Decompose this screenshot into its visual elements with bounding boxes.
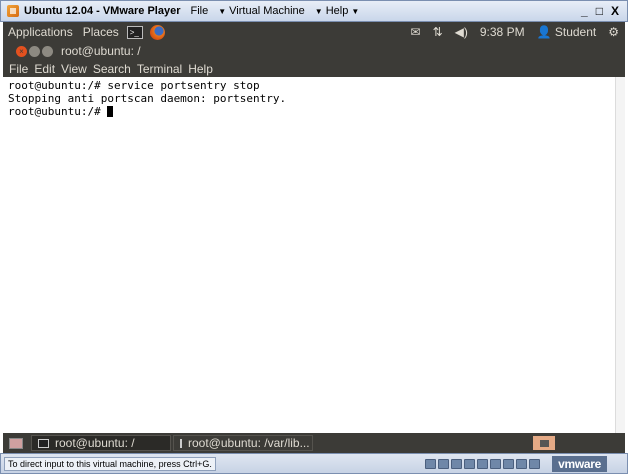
hard-disk-icon[interactable] bbox=[425, 458, 437, 469]
vm-menu-virtual-machine[interactable]: ▼ Virtual Machine bbox=[218, 5, 305, 17]
terminal-prompt-line: root@ubuntu:/# bbox=[8, 105, 624, 118]
hard-disk-icon[interactable] bbox=[438, 458, 450, 469]
vmware-logo-icon bbox=[7, 5, 19, 17]
ubuntu-top-panel: Applications Places >_ ✉ ⇅ ◀) 9:38 PM 👤 … bbox=[3, 22, 625, 42]
terminal-menu-terminal[interactable]: Terminal bbox=[137, 62, 182, 76]
terminal-menu-help[interactable]: Help bbox=[188, 62, 213, 76]
vm-titlebar: Ubuntu 12.04 - VMware Player File ▼ Virtu… bbox=[0, 0, 628, 22]
terminal-close-button[interactable]: × bbox=[16, 45, 27, 57]
person-icon: 👤 bbox=[536, 25, 555, 39]
terminal-maximize-button[interactable] bbox=[42, 45, 53, 57]
clock[interactable]: 9:38 PM bbox=[474, 25, 531, 39]
terminal-minimize-button[interactable] bbox=[29, 45, 40, 57]
network-adapter-icon[interactable] bbox=[477, 458, 489, 469]
close-button[interactable]: X bbox=[611, 4, 619, 18]
terminal-launcher-icon[interactable]: >_ bbox=[126, 25, 143, 39]
vm-statusbar: To direct input to this virtual machine,… bbox=[0, 453, 628, 474]
sound-icon[interactable] bbox=[503, 458, 515, 469]
terminal-line: root@ubuntu:/# service portsentry stop bbox=[8, 79, 260, 92]
terminal-cursor bbox=[107, 106, 114, 117]
mail-icon[interactable]: ✉ bbox=[405, 25, 427, 39]
ubuntu-bottom-panel: root@ubuntu: / root@ubuntu: /var/lib... bbox=[3, 433, 625, 453]
places-menu[interactable]: Places bbox=[78, 25, 124, 39]
display-icon[interactable] bbox=[529, 458, 541, 469]
show-desktop-icon[interactable] bbox=[9, 437, 23, 449]
terminal-output[interactable]: root@ubuntu:/# service portsentry stop S… bbox=[3, 77, 625, 433]
cd-drive-icon[interactable] bbox=[451, 458, 463, 469]
terminal-window-title: root@ubuntu: / bbox=[61, 44, 141, 58]
taskbar-item-terminal-root[interactable]: root@ubuntu: / bbox=[31, 435, 171, 451]
firefox-icon[interactable] bbox=[149, 24, 165, 40]
taskbar-item-label: root@ubuntu: / bbox=[55, 436, 135, 450]
workspace-switcher[interactable] bbox=[533, 436, 555, 450]
terminal-icon bbox=[180, 438, 182, 448]
printer-icon[interactable] bbox=[516, 458, 528, 469]
terminal-menu-view[interactable]: View bbox=[61, 62, 87, 76]
terminal-scrollbar[interactable] bbox=[615, 77, 625, 433]
taskbar-item-label: root@ubuntu: /var/lib... bbox=[188, 436, 310, 450]
vmware-brand-logo: vmware bbox=[552, 455, 607, 472]
caret-down-icon: ▼ bbox=[218, 6, 227, 16]
terminal-titlebar: × root@ubuntu: / bbox=[3, 42, 625, 60]
vm-window-title: Ubuntu 12.04 - VMware Player bbox=[24, 5, 181, 17]
terminal-menubar: File Edit View Search Terminal Help bbox=[3, 60, 625, 77]
floppy-icon[interactable] bbox=[464, 458, 476, 469]
user-menu[interactable]: 👤 Student bbox=[531, 25, 603, 39]
terminal-prompt: root@ubuntu:/# bbox=[8, 105, 108, 118]
minimize-button[interactable]: _ bbox=[581, 4, 588, 18]
applications-menu[interactable]: Applications bbox=[3, 25, 78, 39]
terminal-icon bbox=[38, 438, 49, 448]
vm-menu-file[interactable]: File bbox=[191, 5, 209, 17]
usb-icon[interactable] bbox=[490, 458, 502, 469]
volume-icon[interactable]: ◀) bbox=[449, 25, 474, 39]
taskbar-item-terminal-varlib[interactable]: root@ubuntu: /var/lib... bbox=[173, 435, 313, 451]
gear-icon[interactable]: ⚙ bbox=[602, 25, 625, 39]
terminal-line: Stopping anti portscan daemon: portsentr… bbox=[8, 92, 287, 105]
terminal-menu-search[interactable]: Search bbox=[93, 62, 131, 76]
input-hint: To direct input to this virtual machine,… bbox=[4, 456, 216, 471]
terminal-menu-file[interactable]: File bbox=[9, 62, 28, 76]
caret-down-icon: ▼ bbox=[314, 6, 323, 16]
network-icon[interactable]: ⇅ bbox=[427, 25, 449, 39]
caret-down-icon: ▼ bbox=[351, 6, 360, 16]
maximize-button[interactable]: □ bbox=[596, 4, 603, 18]
terminal-menu-edit[interactable]: Edit bbox=[34, 62, 55, 76]
vm-menu-help[interactable]: ▼ Help ▼ bbox=[315, 5, 359, 17]
